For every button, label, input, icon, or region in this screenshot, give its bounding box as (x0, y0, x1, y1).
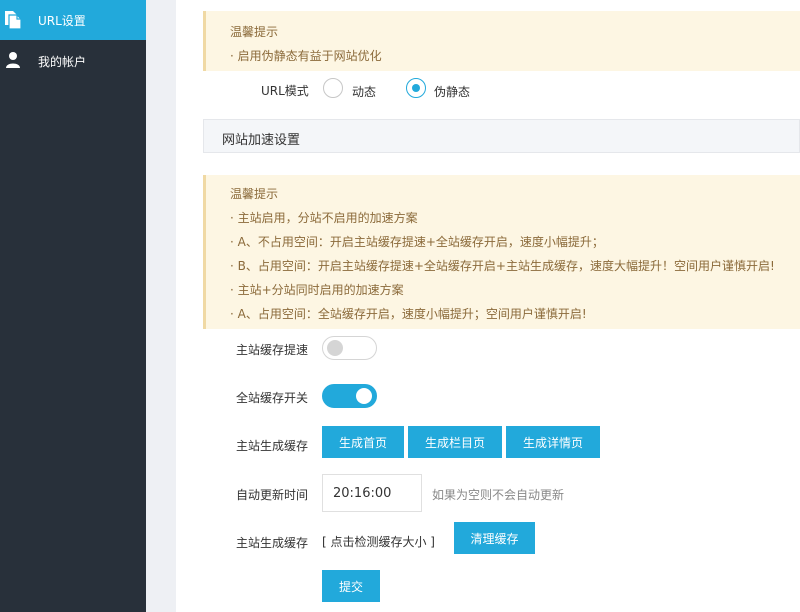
clear-cache-button[interactable]: 清理缓存 (454, 522, 535, 554)
generate-detail-button[interactable]: 生成详情页 (506, 426, 600, 458)
generate-home-button[interactable]: 生成首页 (322, 426, 404, 458)
sidebar: URL设置 我的帐户 (0, 0, 146, 612)
cache-size-label: 主站生成缓存 (236, 536, 309, 550)
tip-box-seo: 温馨提示 · 启用伪静态有益于网站优化 (203, 11, 800, 71)
toggle-knob (356, 388, 372, 404)
auto-update-label: 自动更新时间 (236, 488, 309, 502)
site-cache-switch-label: 全站缓存开关 (236, 391, 309, 405)
tip-line: · 主站+分站同时启用的加速方案 (230, 283, 404, 297)
user-icon (5, 51, 25, 71)
radio-pseudo-static-label[interactable]: 伪静态 (434, 83, 470, 100)
tip-title: 温馨提示 (230, 25, 279, 39)
copy-icon (3, 10, 23, 30)
tip-line: · A、占用空间：全站缓存开启，速度小幅提升；空间用户谨慎开启! (230, 307, 587, 321)
sidebar-item-url-settings[interactable]: URL设置 (0, 0, 146, 40)
tip-box-acceleration: 温馨提示 · 主站启用，分站不启用的加速方案 · A、不占用空间：开启主站缓存提… (203, 175, 800, 329)
tip-line: · 主站启用，分站不启用的加速方案 (230, 211, 418, 225)
sidebar-item-label: URL设置 (38, 13, 86, 28)
main-cache-speedup-label: 主站缓存提速 (236, 343, 309, 357)
toggle-knob (327, 340, 343, 356)
tip-line: · 启用伪静态有益于网站优化 (230, 49, 382, 63)
site-cache-switch-toggle[interactable] (322, 384, 377, 408)
generate-column-button[interactable]: 生成栏目页 (408, 426, 502, 458)
generate-cache-label: 主站生成缓存 (236, 439, 309, 453)
tip-title: 温馨提示 (230, 187, 279, 201)
tip-line: · B、占用空间：开启主站缓存提速+全站缓存开启+主站生成缓存，速度大幅提升！空… (230, 259, 775, 273)
radio-dynamic-label[interactable]: 动态 (352, 83, 376, 100)
auto-update-time-input[interactable] (322, 474, 422, 512)
main-cache-speedup-toggle[interactable] (322, 336, 377, 360)
url-mode-label: URL模式 (261, 84, 309, 98)
section-title: 网站加速设置 (222, 133, 301, 148)
radio-pseudo-static[interactable] (406, 78, 426, 98)
content-gutter (146, 0, 176, 612)
check-cache-size-link[interactable]: [ 点击检测缓存大小 ] (322, 533, 435, 550)
auto-update-hint: 如果为空则不会自动更新 (432, 488, 565, 502)
sidebar-item-label: 我的帐户 (38, 54, 87, 69)
radio-dynamic[interactable] (323, 78, 343, 98)
tip-line: · A、不占用空间：开启主站缓存提速+全站缓存开启，速度小幅提升； (230, 235, 604, 249)
submit-button[interactable]: 提交 (322, 570, 380, 602)
main-content: 温馨提示 · 启用伪静态有益于网站优化 URL模式 动态 伪静态 网站加速设置 … (176, 0, 800, 612)
section-header-acceleration: 网站加速设置 (203, 119, 800, 153)
sidebar-item-my-account[interactable]: 我的帐户 (0, 41, 146, 81)
